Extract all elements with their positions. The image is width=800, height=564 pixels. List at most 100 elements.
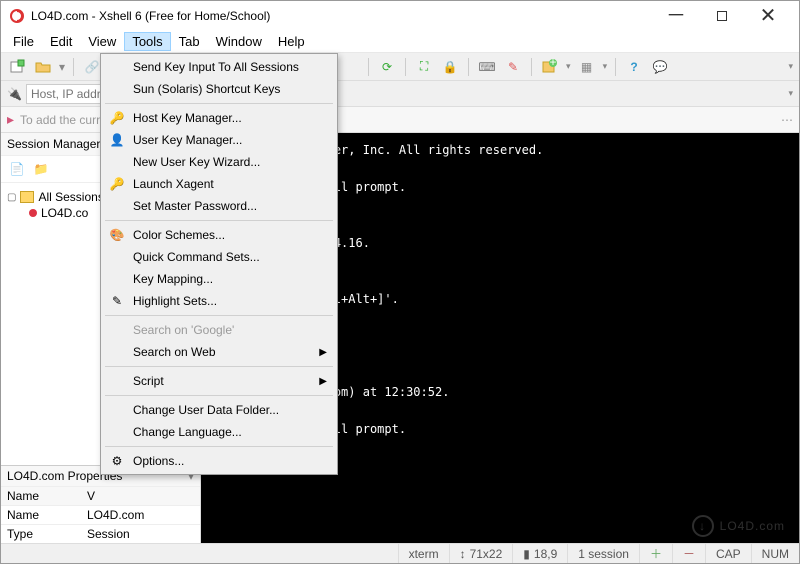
addressbar-overflow-icon[interactable]: ▾ bbox=[788, 88, 793, 99]
maximize-icon bbox=[717, 11, 727, 21]
status-cursor: ▮18,9 bbox=[512, 544, 567, 563]
fullscreen-icon[interactable]: ⛶ bbox=[414, 57, 434, 77]
menu-tab[interactable]: Tab bbox=[171, 32, 208, 51]
pin-icon: ▸ bbox=[7, 111, 14, 128]
menu-edit[interactable]: Edit bbox=[42, 32, 80, 51]
toolbar-separator bbox=[468, 58, 469, 76]
highlighter-icon: ✎ bbox=[109, 293, 125, 309]
menu-item-label: Script bbox=[133, 374, 164, 388]
menu-item-label: Sun (Solaris) Shortcut Keys bbox=[133, 82, 280, 96]
menu-item[interactable]: 👤 User Key Manager... bbox=[103, 129, 335, 151]
dropdown-arrow-icon[interactable]: ▾ bbox=[59, 60, 65, 74]
folder-icon bbox=[20, 191, 34, 203]
menu-item[interactable]: 🎨Color Schemes... bbox=[103, 224, 335, 246]
menu-item[interactable]: New User Key Wizard... bbox=[103, 151, 335, 173]
tab-overflow-icon[interactable]: ⋯ bbox=[781, 113, 793, 127]
menu-item-label: Key Mapping... bbox=[133, 272, 213, 286]
props-row-name: Name bbox=[1, 505, 81, 524]
menu-window[interactable]: Window bbox=[208, 32, 270, 51]
menu-separator bbox=[105, 103, 333, 104]
menu-item[interactable]: ✎ Highlight Sets... bbox=[103, 290, 335, 312]
toolbar-separator bbox=[368, 58, 369, 76]
menu-item[interactable]: Change Language... bbox=[103, 421, 335, 443]
dropdown-arrow-icon[interactable]: ▾ bbox=[603, 61, 608, 72]
menu-file[interactable]: File bbox=[5, 32, 42, 51]
grid-icon[interactable]: ▦ bbox=[577, 57, 597, 77]
menu-tools[interactable]: Tools bbox=[124, 32, 170, 51]
app-icon bbox=[9, 8, 25, 24]
menu-item-label: Options... bbox=[133, 454, 184, 468]
menu-item-label: Color Schemes... bbox=[133, 228, 225, 242]
minimize-icon: － bbox=[666, 6, 686, 26]
menu-item-label: New User Key Wizard... bbox=[133, 155, 260, 169]
refresh-icon[interactable]: ⟳ bbox=[377, 57, 397, 77]
menu-item-label: Set Master Password... bbox=[133, 199, 257, 213]
tree-root-label: All Sessions bbox=[38, 190, 103, 204]
menu-item[interactable]: ⚙Options... bbox=[103, 450, 335, 472]
status-plus[interactable]: ＋ bbox=[639, 544, 672, 563]
menu-item: Search on 'Google' bbox=[103, 319, 335, 341]
plug-icon: 🔌 bbox=[7, 87, 22, 101]
menu-item[interactable]: 🔑 Launch Xagent bbox=[103, 173, 335, 195]
menu-item[interactable]: Search on Web ▶ bbox=[103, 341, 335, 363]
menu-item[interactable]: 🔑Host Key Manager... bbox=[103, 107, 335, 129]
new-item-icon[interactable]: + bbox=[540, 57, 560, 77]
sm-new-icon[interactable]: 📄 bbox=[7, 159, 27, 179]
maximize-button[interactable] bbox=[699, 1, 745, 31]
status-cap: CAP bbox=[705, 544, 751, 563]
menu-bar: File Edit View Tools Tab Window Help bbox=[1, 31, 799, 53]
toolbar-overflow-icon[interactable]: ▾ bbox=[788, 61, 793, 72]
user-key-icon: 👤 bbox=[109, 132, 125, 148]
menu-item[interactable]: Script▶ bbox=[103, 370, 335, 392]
menu-item-label: User Key Manager... bbox=[133, 133, 242, 147]
cursor-icon: ▮ bbox=[523, 547, 530, 561]
toolbar-separator bbox=[405, 58, 406, 76]
window-controls: － ✕ bbox=[653, 1, 791, 31]
new-session-icon[interactable] bbox=[7, 57, 27, 77]
props-col-value: V bbox=[81, 486, 200, 505]
status-num: NUM bbox=[751, 544, 799, 563]
menu-item-label: Launch Xagent bbox=[133, 177, 214, 191]
tree-item-label: LO4D.co bbox=[41, 206, 88, 220]
minimize-button[interactable]: － bbox=[653, 1, 699, 31]
dropdown-arrow-icon[interactable]: ▾ bbox=[566, 61, 571, 72]
status-size: ↕71x22 bbox=[449, 544, 513, 563]
toolbar-separator bbox=[615, 58, 616, 76]
lock-icon[interactable]: 🔒 bbox=[440, 57, 460, 77]
menu-item-label: Change Language... bbox=[133, 425, 242, 439]
key-person-icon: 🔑 bbox=[109, 176, 125, 192]
props-col-name: Name bbox=[1, 486, 81, 505]
menu-separator bbox=[105, 446, 333, 447]
status-minus[interactable]: － bbox=[672, 544, 705, 563]
keyboard-icon[interactable]: ⌨ bbox=[477, 57, 497, 77]
collapse-icon[interactable]: ▢ bbox=[7, 192, 16, 203]
menu-item[interactable]: Set Master Password... bbox=[103, 195, 335, 217]
svg-text:+: + bbox=[550, 59, 557, 69]
open-folder-icon[interactable] bbox=[33, 57, 53, 77]
close-button[interactable]: ✕ bbox=[745, 1, 791, 31]
menu-item-label: Search on 'Google' bbox=[133, 323, 234, 337]
properties-panel: LO4D.com Properties ▾ Name V Name LO4D.c… bbox=[1, 465, 200, 543]
status-sessions: 1 session bbox=[567, 544, 639, 563]
menu-item-label: Highlight Sets... bbox=[133, 294, 217, 308]
menu-item-label: Search on Web bbox=[133, 345, 216, 359]
menu-separator bbox=[105, 366, 333, 367]
title-bar: LO4D.com - Xshell 6 (Free for Home/Schoo… bbox=[1, 1, 799, 31]
sm-folder-icon[interactable]: 📁 bbox=[31, 159, 51, 179]
menu-item[interactable]: Change User Data Folder... bbox=[103, 399, 335, 421]
menu-item[interactable]: Send Key Input To All Sessions bbox=[103, 56, 335, 78]
props-row-value: Session bbox=[81, 524, 200, 543]
menu-separator bbox=[105, 315, 333, 316]
menu-item[interactable]: Quick Command Sets... bbox=[103, 246, 335, 268]
session-icon bbox=[29, 209, 37, 217]
menu-help[interactable]: Help bbox=[270, 32, 313, 51]
highlighter-icon[interactable]: ✎ bbox=[503, 57, 523, 77]
menu-item[interactable]: Key Mapping... bbox=[103, 268, 335, 290]
menu-item[interactable]: Sun (Solaris) Shortcut Keys bbox=[103, 78, 335, 100]
help-icon[interactable]: ? bbox=[624, 57, 644, 77]
chat-icon[interactable]: 💬 bbox=[650, 57, 670, 77]
submenu-arrow-icon: ▶ bbox=[319, 347, 327, 358]
menu-item-label: Host Key Manager... bbox=[133, 111, 242, 125]
menu-view[interactable]: View bbox=[80, 32, 124, 51]
status-term: xterm bbox=[398, 544, 449, 563]
